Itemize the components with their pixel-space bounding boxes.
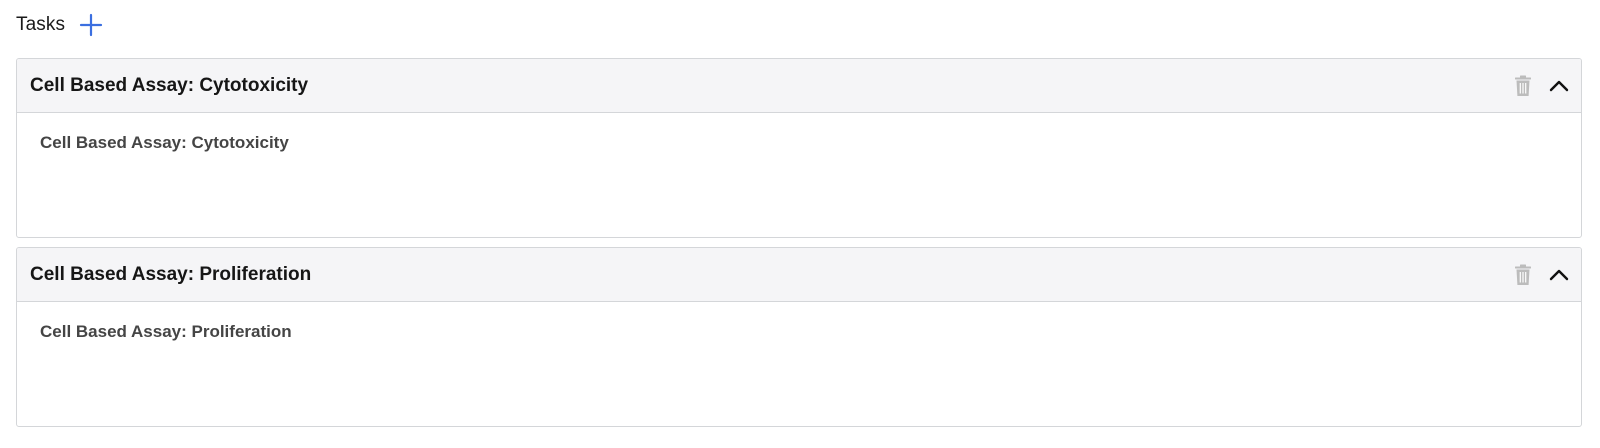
collapse-task-button[interactable] — [1547, 261, 1571, 289]
delete-task-button[interactable] — [1511, 261, 1535, 289]
task-panel-body: Cell Based Assay: Proliferation — [17, 302, 1581, 362]
task-panel-title: Cell Based Assay: Proliferation — [30, 263, 312, 285]
tasks-header: Tasks — [16, 10, 104, 40]
chevron-up-icon — [1549, 269, 1569, 281]
task-panel-actions — [1511, 59, 1571, 113]
trash-icon — [1515, 75, 1531, 96]
chevron-up-icon — [1549, 80, 1569, 92]
task-panel-title: Cell Based Assay: Cytotoxicity — [30, 74, 309, 96]
task-panel-header[interactable]: Cell Based Assay: Cytotoxicity — [17, 59, 1581, 113]
task-panel-proliferation: Cell Based Assay: Proliferation Cell Bas… — [16, 247, 1582, 427]
collapse-task-button[interactable] — [1547, 72, 1571, 100]
delete-task-button[interactable] — [1511, 72, 1535, 100]
tasks-title: Tasks — [16, 14, 66, 35]
task-panel-body-text: Cell Based Assay: Cytotoxicity — [40, 133, 289, 152]
task-panel-header[interactable]: Cell Based Assay: Proliferation — [17, 248, 1581, 302]
task-panel-cytotoxicity: Cell Based Assay: Cytotoxicity Cell Base… — [16, 58, 1582, 238]
trash-icon — [1515, 264, 1531, 285]
add-task-button[interactable] — [78, 12, 104, 38]
task-panel-actions — [1511, 248, 1571, 302]
task-panel-body-text: Cell Based Assay: Proliferation — [40, 322, 292, 341]
plus-icon — [79, 13, 103, 37]
task-panel-body: Cell Based Assay: Cytotoxicity — [17, 113, 1581, 173]
